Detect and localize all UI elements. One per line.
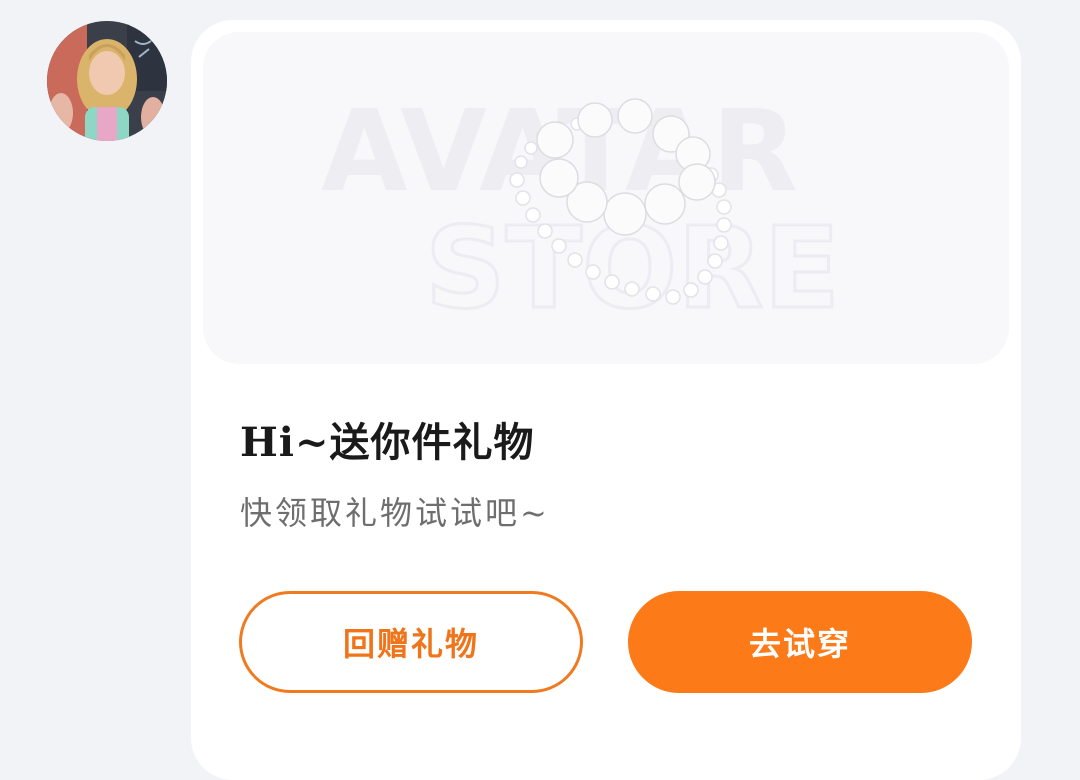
user-avatar-photo [47, 21, 167, 141]
gift-title: Hi~送你件礼物 [240, 419, 535, 466]
try-on-button[interactable]: 去试穿 [628, 591, 972, 693]
avatar[interactable] [47, 21, 167, 141]
return-gift-button[interactable]: 回赠礼物 [239, 591, 583, 693]
banner-art: AVATAR STORE [321, 87, 842, 336]
gift-banner: AVATAR STORE [203, 32, 1009, 364]
gift-subtitle: 快领取礼物试试吧~ [240, 494, 550, 532]
gift-card: AVATAR STORE [191, 20, 1021, 780]
